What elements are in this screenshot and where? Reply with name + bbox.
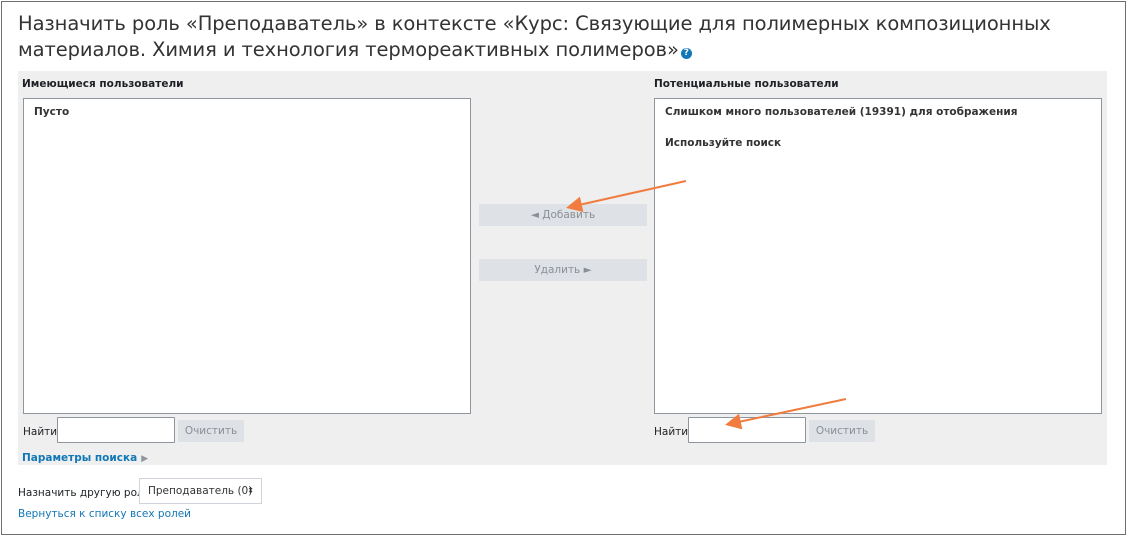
caret-right-icon: ▶: [141, 454, 149, 464]
potential-users-header: Потенциальные пользователи: [654, 78, 839, 90]
other-role-selected-value: Преподаватель (0): [148, 485, 253, 497]
existing-search-label: Найти: [23, 426, 58, 438]
existing-users-option-empty: Пусто: [34, 106, 70, 118]
remove-button[interactable]: Удалить ►: [479, 259, 647, 281]
select-updown-icon: ⬍: [247, 486, 254, 495]
potential-search-label: Найти: [654, 426, 689, 438]
potential-users-list[interactable]: Слишком много пользователей (19391) для …: [654, 98, 1102, 414]
potential-search-input[interactable]: [688, 417, 806, 443]
search-options-label: Параметры поиска: [22, 452, 138, 464]
back-to-roles-link[interactable]: Вернуться к списку всех ролей: [18, 508, 191, 520]
potential-users-use-search: Используйте поиск: [665, 137, 782, 149]
other-role-select[interactable]: Преподаватель (0) ⬍: [139, 478, 262, 504]
add-button[interactable]: ◄ Добавить: [479, 204, 647, 226]
page-title: Назначить роль «Преподаватель» в контекс…: [18, 11, 1108, 63]
potential-users-too-many: Слишком много пользователей (19391) для …: [665, 106, 1018, 118]
existing-users-list[interactable]: Пусто: [23, 98, 471, 414]
existing-search-input[interactable]: [57, 417, 175, 443]
existing-users-header: Имеющиеся пользователи: [22, 78, 184, 90]
search-options-toggle[interactable]: Параметры поиска ▶: [22, 452, 148, 464]
potential-clear-button[interactable]: Очистить: [809, 420, 875, 442]
existing-clear-button[interactable]: Очистить: [178, 420, 244, 442]
user-selector-panel: Имеющиеся пользователи Пусто ◄ Добавить …: [18, 71, 1107, 465]
other-role-label: Назначить другую роль: [18, 487, 150, 499]
page-title-text: Назначить роль «Преподаватель» в контекс…: [18, 12, 1051, 61]
question-circle-icon[interactable]: ?: [680, 48, 692, 59]
